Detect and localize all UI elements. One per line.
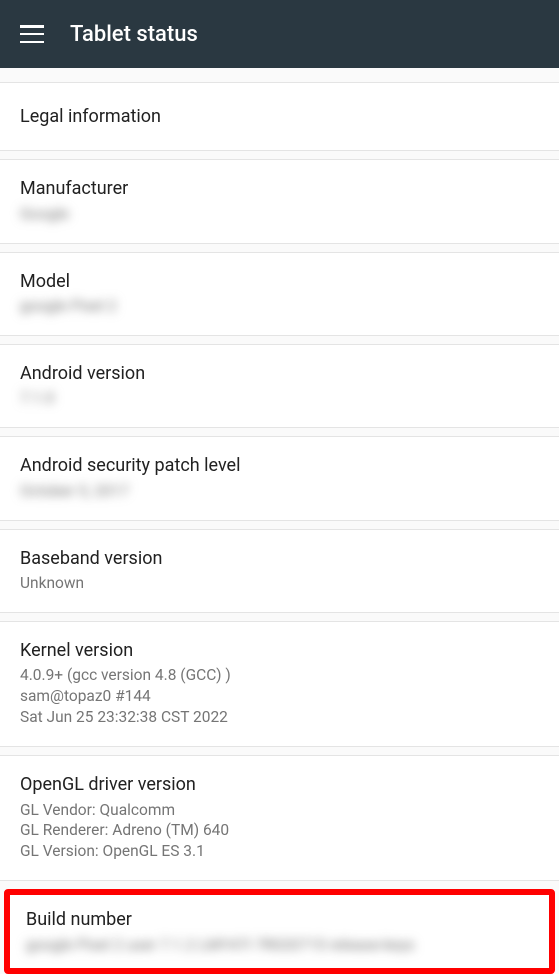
item-title: Baseband version — [20, 547, 539, 570]
settings-list: Legal information Manufacturer Google Mo… — [0, 68, 559, 974]
item-value: 7.1.0 — [20, 388, 539, 409]
item-value: google Pixel 2 user 7.1.2 LMY47I 7R02071… — [26, 935, 533, 956]
model-item[interactable]: Model google Pixel 2 — [0, 252, 559, 336]
item-title: Kernel version — [20, 639, 539, 662]
item-value: 4.0.9+ (gcc version 4.8 (GCC) ) sam@topa… — [20, 665, 539, 728]
page-title: Tablet status — [70, 22, 198, 47]
item-title: Android security patch level — [20, 454, 539, 477]
kernel-version-item[interactable]: Kernel version 4.0.9+ (gcc version 4.8 (… — [0, 621, 559, 747]
item-title: Model — [20, 270, 539, 293]
item-value: GL Vendor: Qualcomm GL Renderer: Adreno … — [20, 800, 539, 863]
build-number-item[interactable]: Build number google Pixel 2 user 7.1.2 L… — [10, 895, 549, 967]
item-value: google Pixel 2 — [20, 296, 539, 317]
item-title: OpenGL driver version — [20, 773, 539, 796]
item-value: Unknown — [20, 573, 539, 594]
manufacturer-item[interactable]: Manufacturer Google — [0, 159, 559, 243]
item-title: Android version — [20, 362, 539, 385]
security-patch-item[interactable]: Android security patch level October 5, … — [0, 436, 559, 520]
app-header: Tablet status — [0, 0, 559, 68]
highlight-annotation: Build number google Pixel 2 user 7.1.2 L… — [4, 889, 555, 973]
item-title: Legal information — [20, 105, 539, 128]
opengl-version-item[interactable]: OpenGL driver version GL Vendor: Qualcom… — [0, 755, 559, 881]
item-title: Build number — [26, 908, 533, 931]
baseband-version-item[interactable]: Baseband version Unknown — [0, 529, 559, 613]
android-version-item[interactable]: Android version 7.1.0 — [0, 344, 559, 428]
item-value: Google — [20, 204, 539, 225]
legal-information-item[interactable]: Legal information — [0, 82, 559, 151]
menu-icon[interactable] — [20, 25, 44, 43]
item-value: October 5, 2017 — [20, 481, 539, 502]
item-title: Manufacturer — [20, 177, 539, 200]
